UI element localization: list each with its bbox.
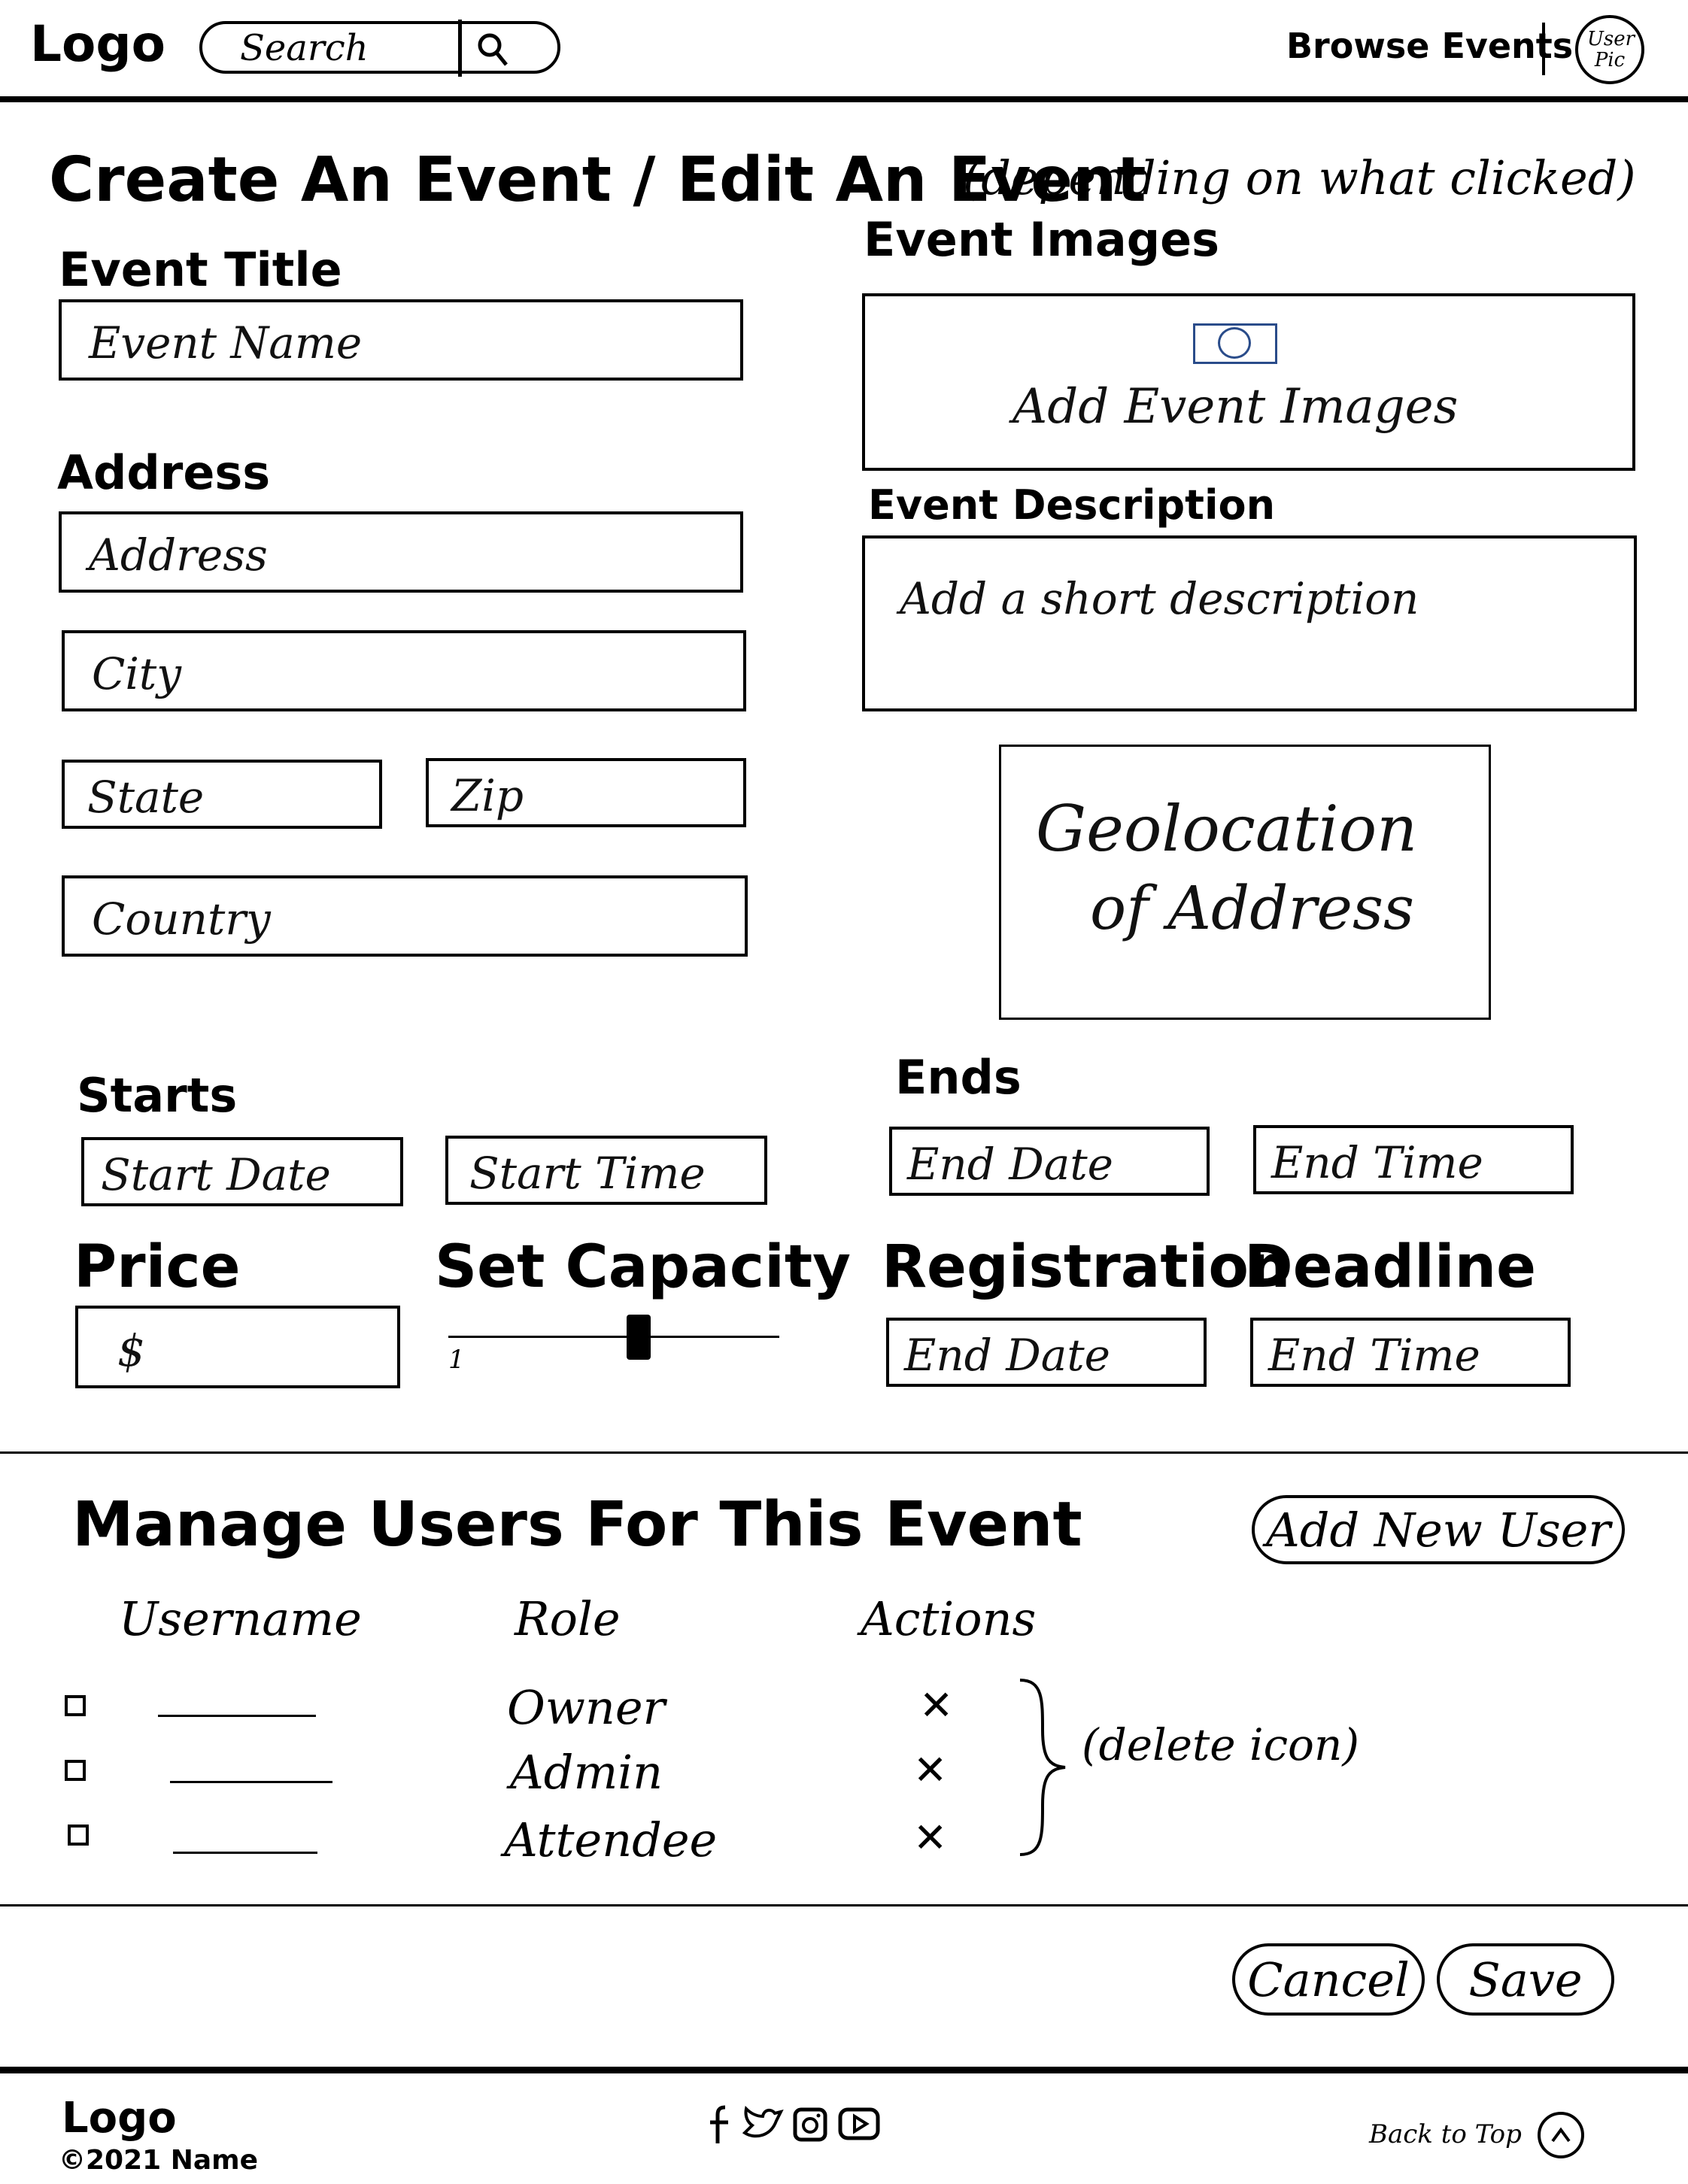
camera-icon xyxy=(1193,323,1277,364)
instagram-icon[interactable] xyxy=(793,2107,827,2142)
search-divider xyxy=(458,20,462,77)
youtube-icon[interactable] xyxy=(838,2107,880,2140)
footer-copyright: ©2021 Name xyxy=(59,2145,259,2176)
table-row[interactable]: Attendee ✕ xyxy=(0,1809,1053,1870)
geolocation-line1: Geolocation xyxy=(1036,792,1418,866)
col-username: Username xyxy=(119,1591,362,1646)
delete-icon-note: (delete icon) xyxy=(1082,1719,1359,1770)
end-time-placeholder: End Time xyxy=(1271,1137,1483,1188)
ends-label: Ends xyxy=(895,1050,1022,1105)
address-label: Address xyxy=(57,445,271,500)
manage-users-title: Manage Users For This Event xyxy=(72,1489,1082,1561)
avatar[interactable]: User Pic xyxy=(1575,15,1644,84)
state-field[interactable]: State xyxy=(62,760,382,829)
twitter-icon[interactable] xyxy=(742,2105,784,2142)
delete-icon[interactable]: ✕ xyxy=(913,1746,947,1794)
username-blank xyxy=(170,1781,332,1783)
add-images-button[interactable]: Add Event Images xyxy=(862,293,1635,471)
price-label: Price xyxy=(74,1233,241,1301)
start-time-field[interactable]: Start Time xyxy=(445,1136,767,1205)
section-divider-bottom xyxy=(0,1904,1688,1906)
start-time-placeholder: Start Time xyxy=(469,1148,706,1199)
table-row[interactable]: Admin ✕ xyxy=(0,1742,1053,1802)
registration-end-time-placeholder: End Time xyxy=(1268,1330,1480,1381)
geolocation-line2: of Address xyxy=(1090,873,1415,943)
save-button[interactable]: Save xyxy=(1437,1943,1614,2016)
end-date-field[interactable]: End Date xyxy=(889,1127,1210,1196)
col-actions: Actions xyxy=(861,1591,1037,1646)
back-to-top-link[interactable]: Back to Top xyxy=(1369,2119,1522,2149)
search-bar[interactable]: Search xyxy=(199,20,560,77)
table-row[interactable]: Owner ✕ xyxy=(0,1677,1053,1737)
cancel-label: Cancel xyxy=(1247,1952,1410,2007)
delete-icon[interactable]: ✕ xyxy=(913,1814,947,1861)
zip-field[interactable]: Zip xyxy=(426,758,746,827)
geolocation-map: Geolocation of Address xyxy=(999,745,1491,1020)
add-new-user-label: Add New User xyxy=(1266,1502,1611,1558)
state-placeholder: State xyxy=(87,772,205,823)
username-blank xyxy=(173,1852,317,1854)
event-name-field[interactable]: Event Name xyxy=(59,299,743,381)
delete-brace-icon xyxy=(1012,1677,1073,1858)
footer-logo[interactable]: Logo xyxy=(62,2094,177,2143)
back-to-top-icon[interactable] xyxy=(1538,2112,1584,2158)
event-images-label: Event Images xyxy=(864,212,1220,267)
registration-label: Registration xyxy=(882,1233,1291,1301)
role-value: Admin xyxy=(510,1745,663,1800)
deadline-label: Deadline xyxy=(1244,1233,1537,1301)
address-placeholder: Address xyxy=(89,529,268,581)
registration-end-date-placeholder: End Date xyxy=(904,1330,1110,1381)
registration-end-date-field[interactable]: End Date xyxy=(886,1318,1207,1387)
username-blank xyxy=(158,1715,316,1717)
start-date-placeholder: Start Date xyxy=(101,1149,331,1200)
country-field[interactable]: Country xyxy=(62,875,748,957)
search-icon[interactable] xyxy=(473,30,511,68)
registration-end-time-field[interactable]: End Time xyxy=(1250,1318,1571,1387)
col-role: Role xyxy=(515,1591,621,1646)
avatar-label: User Pic xyxy=(1587,28,1635,71)
city-field[interactable]: City xyxy=(62,630,746,711)
header-rule xyxy=(0,96,1688,102)
row-checkbox[interactable] xyxy=(65,1760,86,1781)
footer-rule xyxy=(0,2067,1688,2073)
event-name-placeholder: Event Name xyxy=(89,317,363,369)
social-icons xyxy=(706,2103,901,2148)
country-placeholder: Country xyxy=(92,893,271,945)
facebook-icon[interactable] xyxy=(706,2103,736,2145)
save-label: Save xyxy=(1468,1952,1583,2007)
price-placeholder: $ xyxy=(117,1325,145,1376)
page-title-note: (depending on what clicked) xyxy=(963,150,1636,205)
section-divider-top xyxy=(0,1451,1688,1454)
delete-icon[interactable]: ✕ xyxy=(919,1682,953,1729)
row-checkbox[interactable] xyxy=(68,1825,89,1846)
role-value: Attendee xyxy=(504,1812,718,1867)
capacity-slider-track xyxy=(448,1336,779,1338)
capacity-min-label: 1 xyxy=(448,1345,465,1375)
end-date-placeholder: End Date xyxy=(907,1139,1113,1190)
start-date-field[interactable]: Start Date xyxy=(81,1137,403,1206)
capacity-slider[interactable]: 1 xyxy=(448,1309,779,1376)
nav-browse-events[interactable]: Browse Events xyxy=(1286,26,1573,66)
capacity-label: Set Capacity xyxy=(435,1233,851,1301)
cancel-button[interactable]: Cancel xyxy=(1232,1943,1425,2016)
city-placeholder: City xyxy=(92,648,182,699)
description-field[interactable]: Add a short description xyxy=(862,535,1637,711)
address-field[interactable]: Address xyxy=(59,511,743,593)
starts-label: Starts xyxy=(77,1068,238,1123)
end-time-field[interactable]: End Time xyxy=(1253,1125,1574,1194)
zip-placeholder: Zip xyxy=(451,770,524,821)
search-input[interactable]: Search xyxy=(240,27,369,69)
header-divider xyxy=(1542,23,1545,75)
description-placeholder: Add a short description xyxy=(900,573,1419,624)
event-description-label: Event Description xyxy=(868,481,1276,529)
role-value: Owner xyxy=(507,1680,666,1735)
add-new-user-button[interactable]: Add New User xyxy=(1252,1495,1625,1564)
add-images-label: Add Event Images xyxy=(1012,379,1459,435)
event-title-label: Event Title xyxy=(59,242,342,297)
price-field[interactable]: $ xyxy=(75,1306,400,1388)
row-checkbox[interactable] xyxy=(65,1695,86,1716)
header-logo[interactable]: Logo xyxy=(30,15,165,73)
capacity-slider-thumb[interactable] xyxy=(627,1315,651,1360)
